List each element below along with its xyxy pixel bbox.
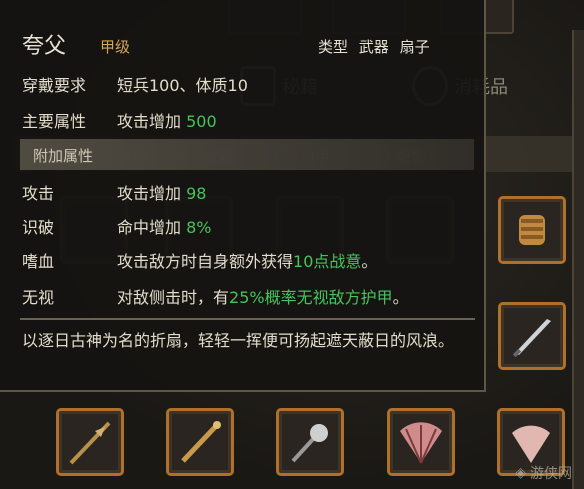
item-tooltip: 夸父 甲级 类型 武器 扇子 穿戴要求 短兵100、体质10 主要属性 攻击增加… <box>0 0 486 392</box>
watermark-logo-icon: ◈ <box>515 465 526 481</box>
item-description: 以逐日古神为名的折扇，轻轻一挥便可扬起遮天蔽日的风浪。 <box>22 331 455 350</box>
window-frame <box>572 30 584 489</box>
item-slot-staff[interactable] <box>166 408 234 476</box>
item-grade: 甲级 <box>100 38 131 56</box>
halberd-icon <box>69 421 111 465</box>
mace-icon <box>291 424 328 463</box>
extra-attr-title: 附加属性 <box>33 147 94 165</box>
staff-icon <box>181 421 221 463</box>
item-slot-blade[interactable] <box>498 302 566 370</box>
blade-icon <box>512 319 551 358</box>
extra-attr-value: 对敌侧击时，有25%概率无视敌方护甲。 <box>117 288 409 307</box>
extra-attr-value: 攻击增加 98 <box>117 184 207 203</box>
main-attr-value: 攻击增加 500 <box>117 112 217 131</box>
gauntlet-icon <box>519 215 545 245</box>
extra-attr-value: 命中增加 8% <box>117 218 212 237</box>
fan-icon <box>512 425 550 463</box>
item-slot-fan[interactable] <box>387 408 455 476</box>
extra-attr-label: 无视 <box>22 288 55 307</box>
divider <box>20 318 475 320</box>
item-slot-gauntlet[interactable] <box>498 196 566 264</box>
watermark: ◈ 游侠网 <box>515 465 572 482</box>
extra-attr-label: 嗜血 <box>22 252 55 271</box>
item-slot-mace[interactable] <box>276 408 344 476</box>
extra-attr-value: 攻击敌方时自身额外获得10点战意。 <box>117 252 378 271</box>
item-type: 类型 武器 扇子 <box>318 38 430 56</box>
item-name: 夸父 <box>22 34 67 59</box>
extra-attr-label: 攻击 <box>22 184 55 203</box>
extra-attr-label: 识破 <box>22 218 55 237</box>
requirement-value: 短兵100、体质10 <box>117 76 248 95</box>
fan-icon <box>400 422 442 464</box>
main-attr-label: 主要属性 <box>22 112 87 131</box>
requirement-label: 穿戴要求 <box>22 76 87 95</box>
item-slot-spear[interactable] <box>56 408 124 476</box>
